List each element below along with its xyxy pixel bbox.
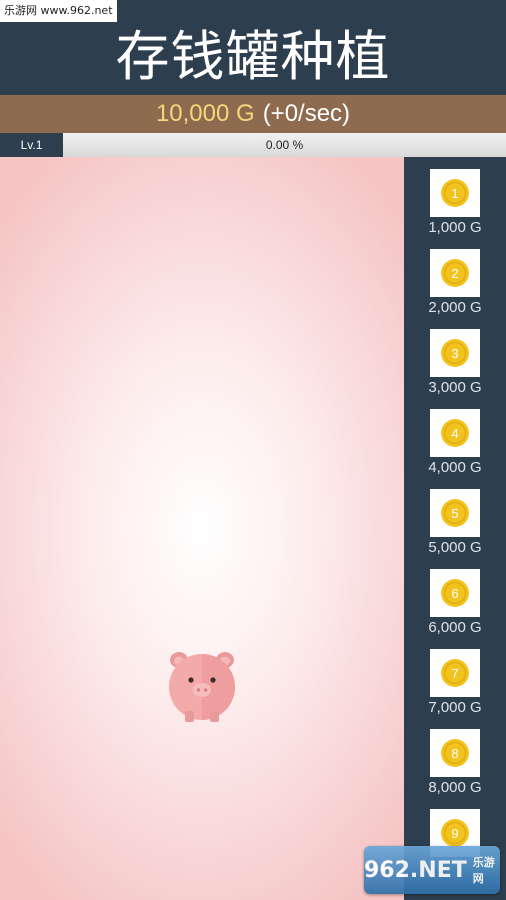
- gold-coin-icon: 6: [441, 579, 469, 607]
- coin-card[interactable]: 5: [430, 489, 480, 537]
- coin-card[interactable]: 2: [430, 249, 480, 297]
- svg-text:4: 4: [451, 426, 458, 441]
- shop-item-price: 5,000 G: [428, 539, 482, 556]
- piggy-bank-icon[interactable]: [166, 647, 238, 723]
- svg-text:9: 9: [451, 826, 458, 841]
- level-row: Lv.1 0.00 %: [0, 133, 506, 157]
- svg-text:2: 2: [451, 266, 458, 281]
- gold-coin-icon: 3: [441, 339, 469, 367]
- gold-coin-icon: 4: [441, 419, 469, 447]
- shop-item-3[interactable]: 3 3,000 G: [404, 317, 506, 397]
- shop-item-price: 7,000 G: [428, 699, 482, 716]
- shop-item-6[interactable]: 6 6,000 G: [404, 557, 506, 637]
- shop-item-8[interactable]: 8 8,000 G: [404, 717, 506, 797]
- shop-item-price: 1,000 G: [428, 219, 482, 236]
- coin-card[interactable]: 4: [430, 409, 480, 457]
- gold-coin-icon: 9: [441, 819, 469, 847]
- shop-item-5[interactable]: 5 5,000 G: [404, 477, 506, 557]
- money-amount: 10,000 G: [155, 100, 255, 127]
- svg-text:8: 8: [451, 746, 458, 761]
- coin-card[interactable]: 7: [430, 649, 480, 697]
- coin-card[interactable]: 1: [430, 169, 480, 217]
- play-area[interactable]: [0, 157, 404, 900]
- svg-text:1: 1: [451, 186, 458, 201]
- gold-coin-icon: 2: [441, 259, 469, 287]
- gold-coin-icon: 5: [441, 499, 469, 527]
- watermark-main: 962.NET: [364, 857, 467, 883]
- watermark-sub: 乐游网: [472, 856, 495, 885]
- shop-item-1[interactable]: 1 1,000 G: [404, 157, 506, 237]
- shop-sidebar: 1 1,000 G 2 2,000 G 3 3,000 G 4 4,000 G …: [404, 157, 506, 900]
- shop-item-7[interactable]: 7 7,000 G: [404, 637, 506, 717]
- svg-text:6: 6: [451, 586, 458, 601]
- level-progress-bar: 0.00 %: [63, 133, 506, 157]
- shop-item-price: 4,000 G: [428, 459, 482, 476]
- gold-coin-icon: 7: [441, 659, 469, 687]
- gold-coin-icon: 1: [441, 179, 469, 207]
- coin-card[interactable]: 6: [430, 569, 480, 617]
- coin-card[interactable]: 3: [430, 329, 480, 377]
- svg-text:3: 3: [451, 346, 458, 361]
- level-label: Lv.1: [0, 133, 63, 157]
- svg-text:5: 5: [451, 506, 458, 521]
- shop-item-price: 3,000 G: [428, 379, 482, 396]
- shop-item-4[interactable]: 4 4,000 G: [404, 397, 506, 477]
- money-bar: 10,000 G (+0/sec): [0, 95, 506, 133]
- coin-card[interactable]: 8: [430, 729, 480, 777]
- svg-text:7: 7: [451, 666, 458, 681]
- watermark-top: 乐游网 www.962.net: [0, 0, 117, 22]
- income-rate: (+0/sec): [262, 100, 351, 127]
- level-progress-text: 0.00 %: [265, 138, 304, 152]
- watermark-logo: 962.NET 乐游网: [364, 846, 500, 894]
- shop-item-price: 6,000 G: [428, 619, 482, 636]
- shop-item-price: 8,000 G: [428, 779, 482, 796]
- shop-item-2[interactable]: 2 2,000 G: [404, 237, 506, 317]
- shop-item-price: 2,000 G: [428, 299, 482, 316]
- page-title: 存钱罐种植: [115, 25, 391, 88]
- gold-coin-icon: 8: [441, 739, 469, 767]
